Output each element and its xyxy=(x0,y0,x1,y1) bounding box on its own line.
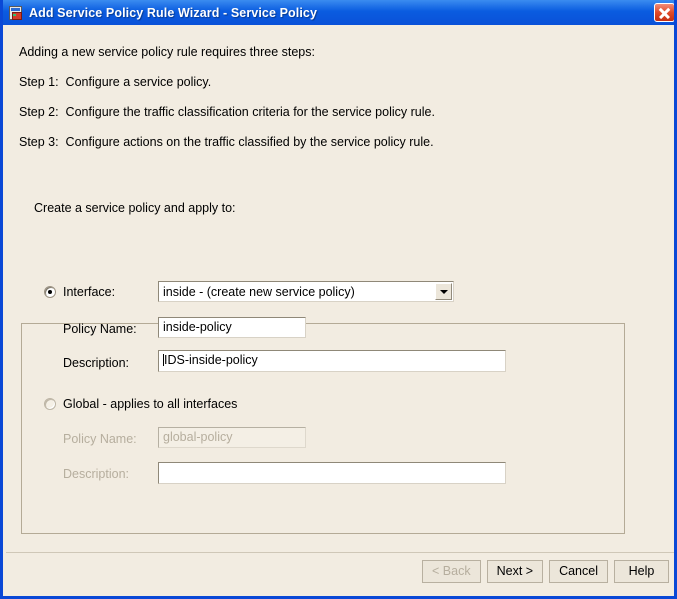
footer-separator xyxy=(6,552,674,553)
interface-description-input[interactable]: IDS-inside-policy xyxy=(158,350,506,372)
back-button[interactable]: < Back xyxy=(422,560,481,583)
global-radio[interactable] xyxy=(44,398,56,410)
interface-select[interactable]: inside - (create new service policy) xyxy=(158,281,454,302)
intro-line-2: Step 1: Configure a service policy. xyxy=(19,75,212,89)
chevron-down-icon[interactable] xyxy=(435,283,452,300)
interface-select-value: inside - (create new service policy) xyxy=(163,284,355,299)
intro-line-3: Step 2: Configure the traffic classifica… xyxy=(19,105,435,119)
intro-text: Adding a new service policy rule require… xyxy=(19,45,639,149)
interface-policy-name-input[interactable]: inside-policy xyxy=(158,317,306,338)
global-radio-label: Global - applies to all interfaces xyxy=(63,397,238,411)
apply-to-label: Create a service policy and apply to: xyxy=(34,201,236,215)
next-button[interactable]: Next > xyxy=(486,560,544,583)
client-area: Adding a new service policy rule require… xyxy=(6,25,674,596)
global-policy-name-input: global-policy xyxy=(158,427,306,448)
interface-policy-name-label: Policy Name: xyxy=(63,322,137,336)
global-radio-row[interactable]: Global - applies to all interfaces xyxy=(44,397,237,411)
wizard-document-icon xyxy=(8,5,24,21)
global-policy-name-label: Policy Name: xyxy=(63,432,137,446)
wizard-window: Add Service Policy Rule Wizard - Service… xyxy=(0,0,677,599)
interface-radio-row[interactable]: Interface: xyxy=(44,285,115,299)
global-description-input xyxy=(158,462,506,484)
close-icon[interactable] xyxy=(654,3,674,22)
window-title: Add Service Policy Rule Wizard - Service… xyxy=(29,5,318,20)
intro-line-1: Adding a new service policy rule require… xyxy=(19,45,315,59)
help-button[interactable]: Help xyxy=(614,560,669,583)
interface-radio-label: Interface: xyxy=(63,285,116,299)
interface-radio[interactable] xyxy=(44,286,56,298)
interface-description-label: Description: xyxy=(63,356,129,370)
global-description-label: Description: xyxy=(63,467,129,481)
interface-description-value: IDS-inside-policy xyxy=(164,353,258,367)
intro-line-4: Step 3: Configure actions on the traffic… xyxy=(19,135,434,149)
footer-buttons: < Back Next > Cancel Help xyxy=(422,560,669,583)
cancel-button[interactable]: Cancel xyxy=(549,560,608,583)
title-bar: Add Service Policy Rule Wizard - Service… xyxy=(3,0,674,25)
